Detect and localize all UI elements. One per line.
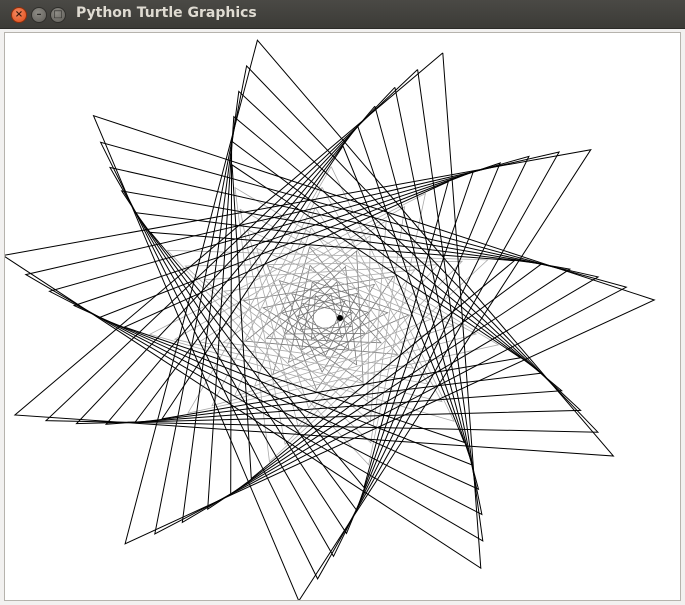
close-icon[interactable]: × [11, 7, 27, 23]
star-outline [5, 39, 656, 600]
maximize-icon[interactable]: □ [50, 7, 66, 23]
turtle-window: × – □ Python Turtle Graphics [0, 0, 685, 605]
title-bar[interactable]: × – □ Python Turtle Graphics [0, 0, 685, 29]
close-glyph: × [14, 9, 24, 20]
turtle-cursor-icon [337, 315, 343, 321]
turtle-canvas[interactable] [4, 32, 681, 601]
maximize-glyph: □ [53, 9, 63, 20]
minimize-icon[interactable]: – [31, 7, 47, 23]
star-outline [72, 105, 572, 535]
turtle-drawing [5, 39, 656, 600]
window-title: Python Turtle Graphics [76, 5, 257, 21]
minimize-glyph: – [36, 9, 42, 20]
star-outline [280, 280, 370, 357]
